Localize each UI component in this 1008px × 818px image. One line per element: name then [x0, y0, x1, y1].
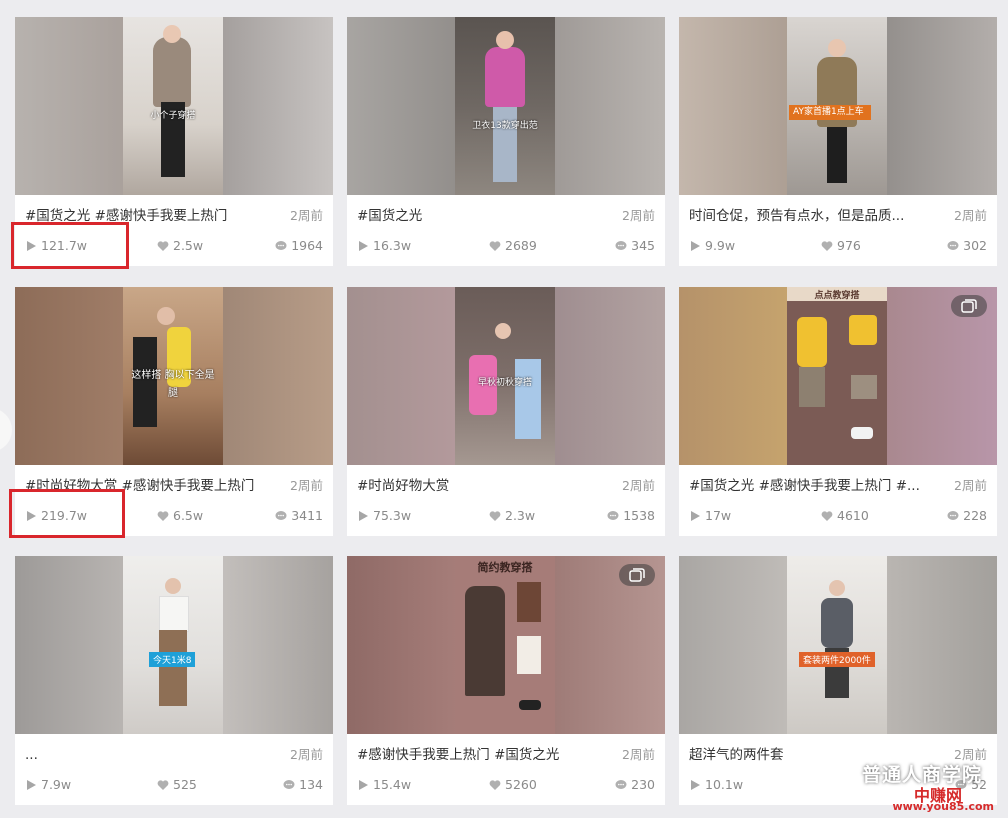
- thumbnail-caption: 早秋初秋穿搭: [477, 378, 532, 388]
- post-time: 2周前: [954, 478, 987, 493]
- heart-icon: [821, 511, 833, 521]
- video-title[interactable]: #感谢快手我要上热门 #国货之光: [357, 745, 602, 765]
- watermark-url: www.you85.com: [892, 800, 994, 813]
- video-thumbnail[interactable]: 点点教穿搭: [679, 287, 997, 465]
- thumbnail-caption: 这样搭 胸以下全是腿: [131, 370, 215, 399]
- comment-icon: [947, 241, 959, 250]
- comment-count: 134: [283, 775, 323, 795]
- comment-icon: [275, 511, 287, 520]
- comment-count: 345: [615, 236, 655, 256]
- play-icon: [359, 780, 368, 790]
- comment-count: 3411: [275, 506, 323, 526]
- video-title[interactable]: #国货之光: [357, 206, 602, 226]
- heart-icon: [489, 511, 501, 521]
- video-card[interactable]: 简约教穿搭 #感谢快手我要上热门 #国货之光 2周前 15.4w 5260 23…: [347, 556, 665, 805]
- heart-icon: [821, 241, 833, 251]
- video-thumbnail[interactable]: 早秋初秋穿搭: [347, 287, 665, 465]
- thumbnail-badge: 今天1米8: [149, 652, 196, 667]
- video-title[interactable]: #时尚好物大赏: [357, 476, 602, 496]
- thumbnail-caption: 卫衣13款穿出范: [472, 121, 538, 131]
- like-count: 2.3w: [489, 506, 535, 526]
- play-icon: [691, 780, 700, 790]
- video-thumbnail[interactable]: AY家首播1点上车: [679, 17, 997, 195]
- comment-count: 1538: [607, 506, 655, 526]
- thumbnail-badge: AY家首播1点上车: [789, 105, 871, 120]
- heart-icon: [489, 241, 501, 251]
- video-title[interactable]: #国货之光 #感谢快手我要上热门 #...: [689, 476, 934, 496]
- comment-count: 230: [615, 775, 655, 795]
- like-count: 976: [821, 236, 861, 256]
- play-icon: [691, 511, 700, 521]
- comment-count: 1964: [275, 236, 323, 256]
- play-icon: [359, 511, 368, 521]
- play-count: 17w: [689, 506, 731, 526]
- play-icon: [691, 241, 700, 251]
- play-count: 15.4w: [357, 775, 411, 795]
- post-time: 2周前: [622, 747, 655, 762]
- play-count: 16.3w: [357, 236, 411, 256]
- video-card[interactable]: 点点教穿搭 #国货之光 #感谢快手我要上热门 #... 2周前 17w 4610…: [679, 287, 997, 536]
- video-card[interactable]: 早秋初秋穿搭 #时尚好物大赏 2周前 75.3w 2.3w 1538: [347, 287, 665, 536]
- like-count: 5260: [489, 775, 537, 795]
- video-card[interactable]: 今天1米8 ... 2周前 7.9w 525 134: [15, 556, 333, 805]
- play-icon: [27, 780, 36, 790]
- video-title[interactable]: 时间仓促，预告有点水，但是品质...: [689, 206, 934, 226]
- thumbnail-badge: 套装两件2000件: [799, 652, 875, 667]
- play-count: 10.1w: [689, 775, 743, 795]
- play-count: 9.9w: [689, 236, 735, 256]
- like-count: 525: [157, 775, 197, 795]
- heart-icon: [157, 511, 169, 521]
- comment-icon: [947, 511, 959, 520]
- wechat-logo-icon: [804, 761, 832, 783]
- post-time: 2周前: [622, 478, 655, 493]
- heart-icon: [157, 780, 169, 790]
- heart-icon: [489, 780, 501, 790]
- comment-icon: [607, 511, 619, 520]
- play-icon: [359, 241, 368, 251]
- video-thumbnail[interactable]: 卫衣13款穿出范: [347, 17, 665, 195]
- post-time: 2周前: [290, 747, 323, 762]
- video-grid: 小个子穿搭 #国货之光 #感谢快手我要上热门 2周前 121.7w 2.5w 1…: [0, 0, 1008, 818]
- comment-count: 302: [947, 236, 987, 256]
- comment-icon: [275, 241, 287, 250]
- video-thumbnail[interactable]: 小个子穿搭: [15, 17, 333, 195]
- comment-icon: [283, 780, 295, 789]
- play-count: 75.3w: [357, 506, 411, 526]
- comment-count: 228: [947, 506, 987, 526]
- video-thumbnail[interactable]: 这样搭 胸以下全是腿: [15, 287, 333, 465]
- video-thumbnail[interactable]: 简约教穿搭: [347, 556, 665, 734]
- play-count-highlight: [9, 489, 125, 538]
- play-count-highlight: [11, 222, 129, 269]
- heart-icon: [157, 241, 169, 251]
- multi-image-icon: [951, 295, 987, 317]
- post-time: 2周前: [290, 208, 323, 223]
- comment-icon: [615, 241, 627, 250]
- video-card[interactable]: 卫衣13款穿出范 #国货之光 2周前 16.3w 2689 345: [347, 17, 665, 266]
- video-thumbnail[interactable]: 套装两件2000件: [679, 556, 997, 734]
- video-card[interactable]: AY家首播1点上车 时间仓促，预告有点水，但是品质... 2周前 9.9w 97…: [679, 17, 997, 266]
- video-title[interactable]: ...: [25, 745, 270, 765]
- like-count: 2.5w: [157, 236, 203, 256]
- comment-icon: [615, 780, 627, 789]
- post-time: 2周前: [954, 208, 987, 223]
- post-time: 2周前: [622, 208, 655, 223]
- like-count: 2689: [489, 236, 537, 256]
- thumbnail-caption: 点点教穿搭: [814, 291, 860, 301]
- post-time: 2周前: [290, 478, 323, 493]
- multi-image-icon: [619, 564, 655, 586]
- watermark: 普通人商学院 中赚网 www.you85.com: [800, 758, 1000, 814]
- video-thumbnail[interactable]: 今天1米8: [15, 556, 333, 734]
- like-count: 6.5w: [157, 506, 203, 526]
- thumbnail-caption: 小个子穿搭: [150, 111, 196, 121]
- thumbnail-caption: 简约教穿搭: [477, 561, 533, 574]
- like-count: 4610: [821, 506, 869, 526]
- play-count: 7.9w: [25, 775, 71, 795]
